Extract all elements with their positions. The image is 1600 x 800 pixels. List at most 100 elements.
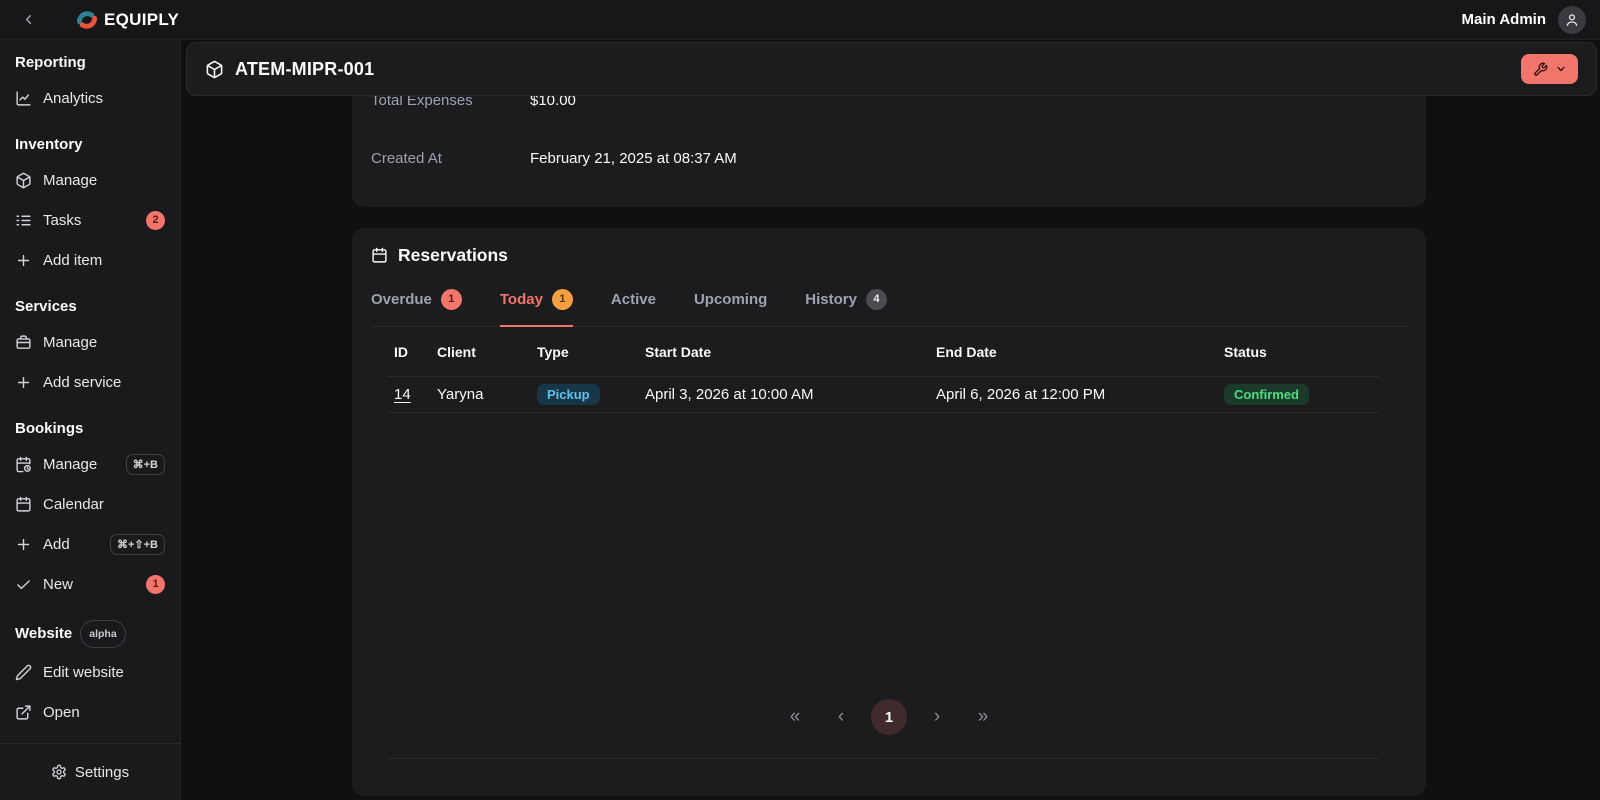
brand-name: EQUIPLY [104,9,180,29]
plus-icon [15,252,32,269]
column-header-id: ID [394,343,408,360]
tab-label: Overdue [371,291,432,308]
calendar-icon [15,496,32,513]
sidebar-item-label: Analytics [43,89,104,107]
detail-value: February 21, 2025 at 08:37 AM [530,149,737,167]
reservation-type-badge: Pickup [537,384,600,405]
sidebar-item-calendar[interactable]: Calendar [15,484,165,524]
calendar-icon [371,247,388,264]
sidebar-item-add-item[interactable]: Add item [15,240,165,280]
sidebar-item-edit-website[interactable]: Edit website [15,652,165,692]
pencil-icon [15,664,32,681]
section-heading-bookings: Bookings [15,420,84,437]
sidebar-settings-button[interactable]: Settings [0,743,180,800]
sidebar-item-label: Manage [43,455,98,473]
new-bookings-count-badge: 1 [146,574,165,594]
reservations-tabs: Overdue 1 Today 1 Active Upcoming Histor… [371,289,1407,327]
first-page-button[interactable]: « [779,701,811,733]
wrench-icon [1533,62,1548,77]
plus-icon [15,374,32,391]
tab-label: Upcoming [693,291,768,308]
detail-label: Created At [371,149,442,167]
check-icon [15,576,32,593]
user-name: Main Admin [1461,11,1546,28]
sidebar-item-analytics[interactable]: Analytics [15,78,165,118]
settings-label: Settings [74,763,130,781]
detail-row-created-at: Created At February 21, 2025 at 08:37 AM [371,146,1407,170]
next-page-button[interactable]: › [921,701,953,733]
sidebar: Reporting Analytics Inventory Manage Tas… [0,40,181,800]
chevrons-right-icon: » [977,706,989,727]
sidebar-item-label: Manage [43,171,98,189]
column-header-type: Type [537,343,569,360]
chevron-left-icon: ‹ [837,706,845,727]
cube-icon [15,172,32,189]
chevrons-left-icon: « [789,706,801,727]
topbar: EQUIPLY Main Admin [0,0,1600,40]
item-actions-button[interactable] [1521,54,1578,84]
reservation-client: Yaryna [437,386,484,403]
user-menu-button[interactable] [1558,5,1586,34]
sidebar-item-new-bookings[interactable]: New 1 [15,564,165,604]
chevron-down-icon [1555,63,1567,75]
alpha-badge: alpha [80,620,126,648]
table-header-row: ID Client Type Start Date End Date Statu… [387,327,1379,377]
page-title: ATEM-MIPR-001 [235,58,375,79]
tab-today[interactable]: Today 1 [499,289,573,327]
last-page-button[interactable]: » [967,701,999,733]
section-heading-services: Services [15,298,77,315]
sidebar-item-add-service[interactable]: Add service [15,362,165,402]
column-header-status: Status [1224,343,1267,360]
section-heading-website: Website alpha [15,620,165,648]
tab-count-badge: 1 [440,289,462,310]
tab-overdue[interactable]: Overdue 1 [371,289,462,327]
column-header-end-date: End Date [936,343,997,360]
page-header: ATEM-MIPR-001 [186,42,1597,96]
section-heading-reporting: Reporting [15,54,86,71]
brand[interactable]: EQUIPLY [74,7,179,33]
sidebar-item-tasks[interactable]: Tasks 2 [15,200,165,240]
tab-upcoming[interactable]: Upcoming [694,289,767,327]
current-page-button[interactable]: 1 [871,699,907,735]
tab-count-badge: 1 [551,289,573,310]
pagination: « ‹ 1 › » [371,699,1407,735]
sidebar-item-label: New [43,575,74,593]
plus-icon [15,536,32,553]
tasks-count-badge: 2 [146,210,165,230]
sidebar-item-add-booking[interactable]: Add ⌘+⇧+B [15,524,165,564]
back-button[interactable] [14,6,42,34]
reservation-id-link[interactable]: 14 [394,386,411,403]
sidebar-item-bookings-manage[interactable]: Manage ⌘+B [15,444,165,484]
external-link-icon [15,704,32,721]
table-bottom-divider [387,758,1379,759]
sidebar-item-label: Manage [43,333,98,351]
tab-history[interactable]: History 4 [805,289,887,327]
briefcase-icon [15,334,32,351]
reservations-title-label: Reservations [398,244,508,265]
user-icon [1564,12,1580,28]
previous-page-button[interactable]: ‹ [825,701,857,733]
section-heading-inventory: Inventory [15,136,83,153]
chevron-left-icon [21,12,36,27]
sidebar-item-label: Tasks [43,211,82,229]
analytics-icon [15,90,32,107]
tab-label: History [805,291,857,308]
sidebar-item-services-manage[interactable]: Manage [15,322,165,362]
tab-active[interactable]: Active [611,289,656,327]
tasks-icon [15,212,32,229]
shortcut-badge: ⌘+B [125,453,165,475]
equiply-logo-icon [74,7,100,33]
sidebar-item-inventory-manage[interactable]: Manage [15,160,165,200]
chevron-right-icon: › [933,706,941,727]
table-row: 14 Yaryna Pickup April 3, 2026 at 10:00 … [387,377,1379,413]
reservations-table: ID Client Type Start Date End Date Statu… [387,327,1379,413]
reservations-card: Reservations Overdue 1 Today 1 Active Up… [352,228,1426,796]
tab-label: Active [610,291,656,308]
sidebar-item-label: Edit website [43,663,124,681]
shortcut-badge: ⌘+⇧+B [109,533,165,555]
sidebar-item-open-website[interactable]: Open [15,692,165,732]
tab-count-badge: 4 [865,289,887,310]
column-header-start-date: Start Date [645,343,712,360]
gear-icon [51,764,67,780]
reservations-title: Reservations [371,241,1407,269]
